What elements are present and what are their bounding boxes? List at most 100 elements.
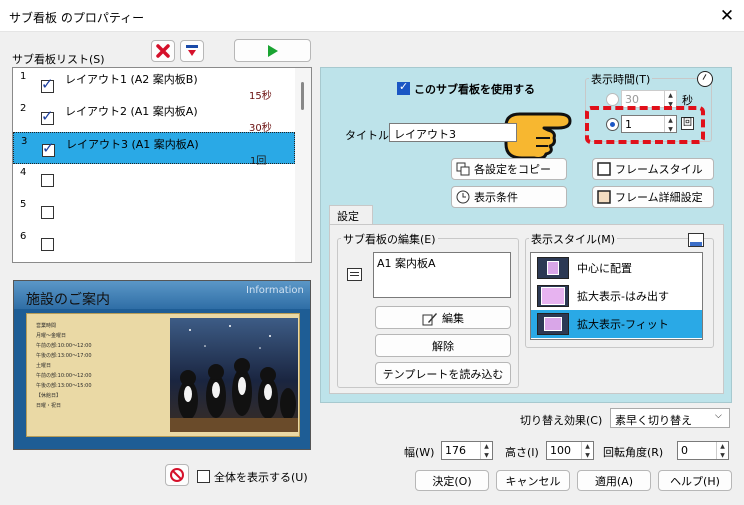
dogs-image-icon xyxy=(170,325,298,432)
cancel-button[interactable]: キャンセル xyxy=(496,470,570,491)
width-spinner[interactable]: 176 ▲ ▼ xyxy=(441,441,493,460)
width-label: 幅(W) xyxy=(404,446,435,459)
item-number: 3 xyxy=(21,136,28,147)
title-input[interactable]: レイアウト3 xyxy=(389,123,517,142)
item-number: 5 xyxy=(20,199,27,210)
highlight-frame xyxy=(585,106,705,144)
title-label: タイトル xyxy=(345,129,389,142)
list-item[interactable]: 4 xyxy=(13,164,295,196)
item-label: レイアウト2 (A1 案内板A) xyxy=(65,105,198,118)
load-template-label: テンプレートを読み込む xyxy=(382,367,504,381)
show-all-label: 全体を表示する(U) xyxy=(214,471,308,484)
layout-preview: 施設のご案内 Information 営業時間 月曜～金曜日 午前の部:10:00～… xyxy=(13,280,311,450)
delete-icon xyxy=(156,44,170,58)
spin-arrows-icon[interactable]: ▲ ▼ xyxy=(480,442,492,459)
release-button[interactable]: 解除 xyxy=(375,334,511,357)
load-template-button[interactable]: テンプレートを読み込む xyxy=(375,362,511,385)
timer-icon[interactable] xyxy=(697,71,713,87)
list-item[interactable]: 6 xyxy=(13,228,295,260)
style-item-label: 拡大表示-フィット xyxy=(577,318,669,331)
show-all-checkbox[interactable] xyxy=(197,470,210,483)
dogs-photo xyxy=(170,318,298,432)
apply-button[interactable]: 適用(A) xyxy=(577,470,651,491)
display-time-label: 表示時間(T) xyxy=(589,71,653,87)
frame-detail-button[interactable]: フレーム詳細設定 xyxy=(592,186,714,208)
style-settings-icon[interactable] xyxy=(688,233,704,247)
transition-value: 素早く切り替え xyxy=(615,414,692,427)
display-condition-label: 表示条件 xyxy=(474,191,518,204)
board-icon xyxy=(347,268,362,281)
display-condition-button[interactable]: 表示条件 xyxy=(451,186,567,208)
cancel-label: キャンセル xyxy=(505,474,561,488)
frame-style-button[interactable]: フレームスタイル xyxy=(592,158,714,180)
window-title: サブ看板 のプロパティー xyxy=(9,11,145,25)
item-checkbox[interactable] xyxy=(41,174,54,187)
spin-arrows-icon[interactable]: ▲ ▼ xyxy=(664,91,676,108)
title-value: レイアウト3 xyxy=(394,128,456,141)
apply-label: 適用(A) xyxy=(594,474,634,488)
style-item-fit[interactable]: 拡大表示-フィット xyxy=(531,310,702,338)
play-icon xyxy=(267,44,278,57)
list-item-selected[interactable]: 3 ✓ レイアウト3 (A1 案内板A) 1回 xyxy=(13,132,295,167)
item-label: レイアウト3 (A1 案内板A) xyxy=(66,138,199,151)
copy-settings-button[interactable]: 各設定をコピー xyxy=(451,158,567,180)
list-item[interactable]: 5 xyxy=(13,196,295,228)
sub-sign-list[interactable]: 1 ✓ レイアウト1 (A2 案内板B) 15秒 2 ✓ レイアウト2 (A1 … xyxy=(12,67,312,263)
ok-button[interactable]: 決定(O) xyxy=(415,470,489,491)
overflow-style-icon xyxy=(537,285,569,307)
check-mark-icon: ✓ xyxy=(41,107,54,125)
tab-settings-label: 設定 xyxy=(337,210,359,223)
help-label: ヘルプ(H) xyxy=(670,474,720,488)
transition-select[interactable]: 素早く切り替え ⌵ xyxy=(610,408,730,428)
frame-detail-label: フレーム詳細設定 xyxy=(615,191,703,204)
edit-group-label: サブ看板の編集(E) xyxy=(341,231,438,247)
width-value: 176 xyxy=(445,444,466,457)
center-style-icon xyxy=(537,257,569,279)
spin-arrows-icon[interactable]: ▲ ▼ xyxy=(581,442,593,459)
frame-detail-icon xyxy=(597,190,611,204)
chevron-down-icon: ⌵ xyxy=(715,411,722,421)
item-number: 4 xyxy=(20,167,27,178)
item-number: 1 xyxy=(20,71,27,82)
delete-button[interactable] xyxy=(151,40,175,62)
frame-icon xyxy=(597,162,611,176)
play-button[interactable] xyxy=(234,39,311,62)
edit-button[interactable]: 編集 xyxy=(375,306,511,329)
rotate-value: 0 xyxy=(681,444,688,457)
move-down-button[interactable] xyxy=(180,40,204,62)
copy-settings-label: 各設定をコピー xyxy=(474,163,551,176)
item-checkbox[interactable] xyxy=(41,238,54,251)
no-display-button[interactable] xyxy=(165,464,189,486)
height-label: 高さ(I) xyxy=(505,446,539,459)
item-checkbox[interactable] xyxy=(41,206,54,219)
seconds-radio[interactable] xyxy=(606,93,619,106)
transition-label: 切り替え効果(C) xyxy=(520,414,603,427)
list-scrollbar[interactable] xyxy=(295,68,311,262)
list-item[interactable]: 2 ✓ レイアウト2 (A1 案内板A) 30秒 xyxy=(13,100,295,134)
ok-label: 決定(O) xyxy=(432,474,472,488)
scroll-thumb[interactable] xyxy=(301,82,304,110)
rotate-spinner[interactable]: 0 ▲ ▼ xyxy=(677,441,729,460)
item-checkbox[interactable]: ✓ xyxy=(41,76,54,93)
seconds-value: 30 xyxy=(625,93,639,106)
help-button[interactable]: ヘルプ(H) xyxy=(658,470,732,491)
use-sub-sign-checkbox[interactable]: ✓ xyxy=(397,80,410,95)
item-label: レイアウト1 (A2 案内板B) xyxy=(65,73,198,86)
close-button[interactable]: ✕ xyxy=(714,4,740,28)
pencil-icon xyxy=(422,312,437,325)
item-number: 2 xyxy=(20,103,27,114)
height-spinner[interactable]: 100 ▲ ▼ xyxy=(546,441,594,460)
spin-arrows-icon[interactable]: ▲ ▼ xyxy=(716,442,728,459)
style-item-label: 拡大表示-はみ出す xyxy=(577,290,669,303)
style-item-overflow[interactable]: 拡大表示-はみ出す xyxy=(531,282,702,310)
item-number: 6 xyxy=(20,231,27,242)
style-item-center[interactable]: 中心に配置 xyxy=(531,254,702,282)
item-checkbox[interactable]: ✓ xyxy=(41,108,54,125)
use-sub-sign-label: このサブ看板を使用する xyxy=(414,83,535,96)
height-value: 100 xyxy=(550,444,571,457)
list-item[interactable]: 1 ✓ レイアウト1 (A2 案内板B) 15秒 xyxy=(13,68,295,102)
item-checkbox[interactable]: ✓ xyxy=(42,140,55,157)
style-group-label: 表示スタイル(M) xyxy=(529,231,618,247)
list-label: サブ看板リスト(S) xyxy=(12,53,105,66)
sub-sign-content[interactable]: A1 案内板A xyxy=(373,252,511,298)
